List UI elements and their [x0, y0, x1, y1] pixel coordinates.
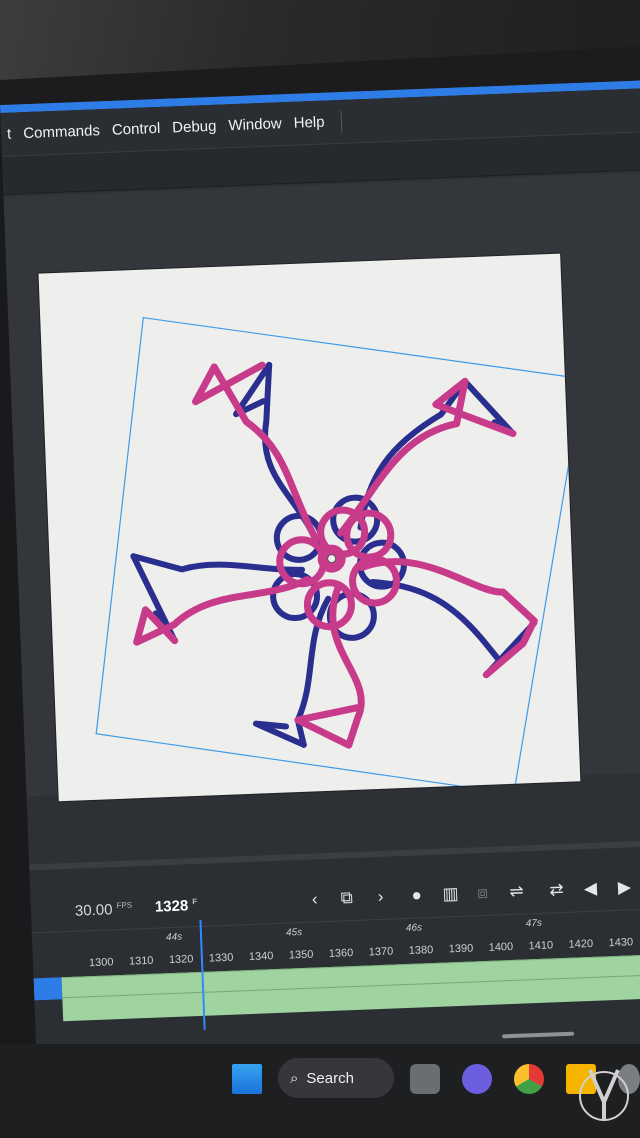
frame-number: 1380	[408, 943, 434, 957]
second-label: 47s	[525, 917, 543, 930]
frame-number: 1340	[248, 950, 274, 964]
search-icon: ⌕	[290, 1069, 299, 1087]
menu-item-debug[interactable]: Debug	[166, 117, 223, 137]
layer-selected-indicator[interactable]	[33, 977, 63, 1001]
menu-divider	[340, 110, 342, 133]
menu-item-control[interactable]: Control	[106, 120, 167, 139]
stage-canvas[interactable]	[38, 253, 584, 802]
frame-number: 1420	[568, 937, 594, 951]
timeline-scrollbar[interactable]	[502, 1031, 575, 1039]
play-icon[interactable]: ▶	[612, 877, 637, 898]
fps-unit: FPS	[116, 900, 133, 911]
frame-number: 1370	[368, 945, 394, 959]
menu-item-commands[interactable]: Commands	[17, 122, 106, 142]
menu-item-edit[interactable]: t	[1, 125, 18, 143]
frame-number: 1300	[88, 956, 114, 970]
edit-multiple-icon[interactable]: ⧈	[470, 883, 495, 904]
frame-number: 1320	[168, 953, 194, 967]
windows-start-icon[interactable]	[232, 1064, 262, 1094]
task-view-icon[interactable]	[410, 1064, 440, 1094]
loop-icon[interactable]: ⇌	[504, 881, 529, 902]
transform-point[interactable]	[327, 554, 337, 564]
watermark-logo	[579, 1069, 629, 1121]
onion-skin-icon[interactable]: ●	[404, 885, 429, 906]
second-label: 45s	[285, 927, 303, 939]
next-frame-icon[interactable]: ›	[368, 887, 393, 908]
taskbar-search[interactable]: ⌕ Search	[278, 1058, 394, 1098]
onion-outline-icon[interactable]: ▥	[438, 884, 463, 905]
app-window: t Commands Control Debug Window Help 30.…	[0, 79, 640, 1138]
chat-icon[interactable]	[462, 1064, 492, 1094]
search-label: Search	[306, 1069, 354, 1087]
artwork-svg	[95, 316, 584, 795]
chrome-icon[interactable]	[514, 1064, 544, 1094]
fps-readout[interactable]: 30.00 FPS	[75, 901, 133, 920]
edit-tween-icon[interactable]: ⧉	[334, 888, 359, 909]
frame-value: 1328	[154, 897, 189, 916]
frame-number: 1310	[128, 954, 154, 968]
frame-number: 1330	[208, 951, 234, 965]
fps-value: 30.00	[74, 901, 113, 920]
frame-unit: F	[192, 897, 198, 907]
menu-item-window[interactable]: Window	[222, 115, 288, 134]
frame-number: 1430	[608, 936, 634, 950]
frame-number: 1410	[528, 939, 554, 953]
menu-item-help[interactable]: Help	[287, 113, 330, 132]
prev-frame-icon[interactable]: ‹	[302, 889, 327, 910]
insert-keyframe-icon[interactable]: ⇄	[544, 880, 569, 901]
second-label: 44s	[165, 931, 183, 944]
frame-number: 1360	[328, 947, 354, 960]
second-label: 46s	[405, 922, 423, 935]
windows-taskbar: ⌕ Search	[0, 1044, 640, 1138]
frame-number: 1390	[448, 942, 474, 956]
frame-number: 1350	[288, 948, 314, 962]
frame-number: 1400	[488, 940, 514, 954]
current-frame-readout[interactable]: 1328 F	[155, 897, 198, 916]
step-back-icon[interactable]: ◀	[578, 878, 603, 899]
